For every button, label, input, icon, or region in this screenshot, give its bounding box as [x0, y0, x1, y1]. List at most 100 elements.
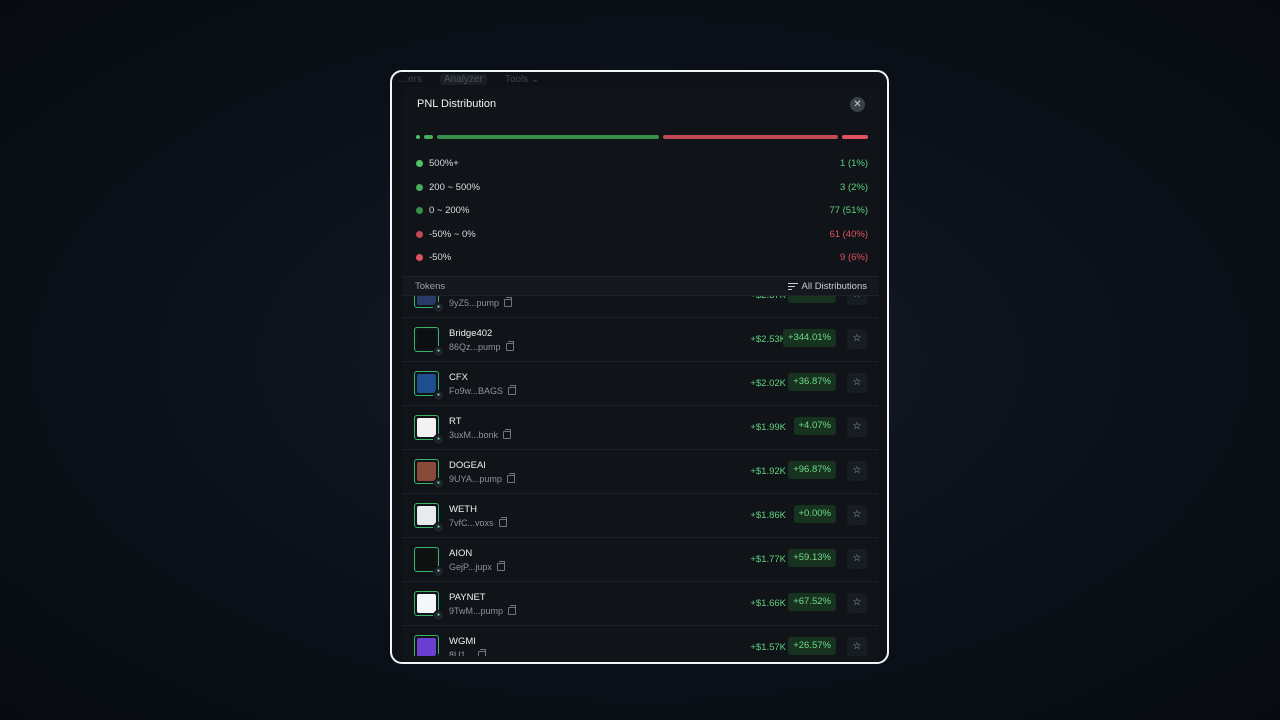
copy-icon[interactable] — [508, 385, 517, 395]
token-row[interactable]: ● DOGEAI 9UYA...pump +$1.92K +96.87% ☆ — [402, 450, 879, 494]
token-pnl-percent: +48.17% — [788, 296, 836, 303]
legend-count: 3 (2%) — [840, 181, 868, 193]
token-address: 3uxM...bonk — [449, 429, 512, 440]
token-row[interactable]: ● WETH 7vfC...voxs +$1.86K +0.00% ☆ — [402, 494, 879, 538]
copy-icon[interactable] — [504, 297, 513, 307]
legend-label: 0 ~ 200% — [429, 205, 470, 217]
close-icon[interactable]: ✕ — [850, 97, 865, 112]
token-pnl-percent: +96.87% — [788, 461, 836, 479]
star-icon[interactable]: ☆ — [847, 505, 867, 525]
legend-row: 0 ~ 200% 77 (51%) — [416, 199, 868, 223]
token-pnl-percent: +59.13% — [788, 549, 836, 567]
distribution-legend: 500%+ 1 (1%) 200 ~ 500% 3 (2%) 0 ~ 200% 77 (5… — [416, 152, 868, 270]
token-pnl-percent: +36.87% — [788, 373, 836, 391]
star-icon[interactable]: ☆ — [847, 329, 867, 349]
token-pnl: +$1.92K — [750, 466, 786, 477]
distribution-segment — [416, 135, 421, 139]
legend-dot — [416, 230, 423, 238]
token-row[interactable]: ● 9yZ5...pump +$2.37K+48.17% ☆ — [402, 296, 879, 318]
star-icon[interactable]: ☆ — [847, 373, 867, 393]
pump-icon: ● — [433, 610, 444, 621]
legend-row: -50% 9 (6%) — [416, 246, 868, 270]
sort-icon — [787, 282, 798, 291]
token-pnl: +$1.99K — [750, 422, 786, 433]
copy-icon[interactable] — [508, 605, 517, 615]
token-row[interactable]: ● WGMI 8U1... +$1.57K+26.57% ☆ — [402, 626, 879, 656]
token-pnl: +$2.53K — [750, 334, 786, 345]
copy-icon[interactable] — [505, 341, 514, 351]
copy-icon[interactable] — [503, 429, 512, 439]
star-icon[interactable]: ☆ — [847, 637, 867, 656]
legend-label: -50% ~ 0% — [429, 228, 476, 240]
pump-icon: ● — [433, 478, 444, 489]
token-row[interactable]: ● CFX Fo9w...BAGS +$2.02K +36.87% ☆ — [402, 362, 879, 406]
background-nav: …ers Analyzer Tools ⌄ — [392, 72, 887, 86]
legend-count: 1 (1%) — [840, 158, 868, 170]
bags-icon: ● — [433, 390, 444, 401]
pnl-distribution-modal: PNL Distribution ✕ 500%+ 1 (1%) 200 ~ 500%… — [402, 86, 879, 662]
legend-row: 200 ~ 500% 3 (2%) — [416, 176, 868, 200]
modal-title: PNL Distribution — [417, 98, 497, 110]
token-pnl: +$1.77K — [750, 554, 786, 565]
token-row[interactable]: ● Bridge402 86Qz...pump +$2.53K +344.01% ☆ — [402, 318, 879, 362]
distribution-segment — [841, 135, 868, 139]
legend-label: 200 ~ 500% — [429, 181, 480, 193]
token-pnl-percent: +4.07% — [793, 417, 836, 435]
legend-count: 77 (51%) — [829, 205, 868, 217]
token-name: WETH — [449, 504, 477, 515]
legend-count: 9 (6%) — [840, 252, 868, 264]
token-address: 8U1... — [449, 649, 487, 656]
token-address: GejP...jupx — [449, 561, 505, 572]
legend-dot — [416, 183, 423, 191]
token-row[interactable]: ● RT 3uxM...bonk +$1.99K +4.07% ☆ — [402, 406, 879, 450]
copy-icon[interactable] — [478, 649, 487, 656]
modal-header: PNL Distribution ✕ — [402, 86, 879, 122]
token-name: AION — [449, 548, 473, 559]
star-icon[interactable]: ☆ — [847, 593, 867, 613]
token-name: DOGEAI — [449, 460, 486, 471]
token-address: 9yZ5...pump — [449, 297, 513, 308]
distribution-segment — [424, 135, 434, 139]
token-row[interactable]: ● PAYNET 9TwM...pump +$1.66K +67.52% ☆ — [402, 582, 879, 626]
app-frame: …ers Analyzer Tools ⌄ PNL Distribution ✕… — [390, 70, 889, 664]
star-icon[interactable]: ☆ — [847, 296, 867, 305]
jup-icon: ● — [433, 566, 444, 577]
legend-dot — [416, 254, 423, 262]
star-icon[interactable]: ☆ — [847, 461, 867, 481]
distribution-filter-label: All Distributions — [801, 281, 867, 292]
tokens-header: Tokens All Distributions — [402, 276, 879, 296]
token-pnl-percent: +67.52% — [788, 593, 836, 611]
token-pnl: +$1.57K — [750, 642, 786, 653]
pump-icon: ● — [433, 302, 444, 313]
legend-label: -50% — [429, 252, 452, 264]
legend-dot — [416, 160, 423, 168]
token-pnl-percent: +26.57% — [788, 637, 836, 655]
legend-label: 500%+ — [429, 158, 459, 170]
token-row[interactable]: ● AION GejP...jupx +$1.77K +59.13% ☆ — [402, 538, 879, 582]
legend-dot — [416, 207, 423, 215]
pump-icon: ● — [433, 654, 444, 656]
token-pnl-percent: +0.00% — [793, 505, 836, 523]
tokens-label: Tokens — [415, 281, 446, 292]
token-name: PAYNET — [449, 592, 486, 603]
token-pnl-percent: +344.01% — [782, 329, 836, 347]
copy-icon[interactable] — [498, 517, 507, 527]
distribution-filter-button[interactable]: All Distributions — [787, 281, 867, 292]
token-pnl: +$2.37K — [750, 296, 786, 301]
token-pnl: +$1.86K — [750, 510, 786, 521]
copy-icon[interactable] — [506, 473, 515, 483]
token-address: 9TwM...pump — [449, 605, 517, 616]
token-name: WGMI — [449, 636, 476, 647]
distribution-bar — [416, 135, 868, 139]
legend-count: 61 (40%) — [829, 228, 868, 240]
token-address: Fo9w...BAGS — [449, 385, 517, 396]
token-list: ● 9yZ5...pump +$2.37K+48.17% ☆ ● Bridge402 86Q… — [402, 296, 879, 656]
star-icon[interactable]: ☆ — [847, 549, 867, 569]
token-pnl: +$2.02K — [750, 378, 786, 389]
star-icon[interactable]: ☆ — [847, 417, 867, 437]
chain-icon: ● — [433, 522, 444, 533]
copy-icon[interactable] — [496, 561, 505, 571]
distribution-segment — [663, 135, 838, 139]
token-name: RT — [449, 416, 462, 427]
token-pnl: +$1.66K — [750, 598, 786, 609]
